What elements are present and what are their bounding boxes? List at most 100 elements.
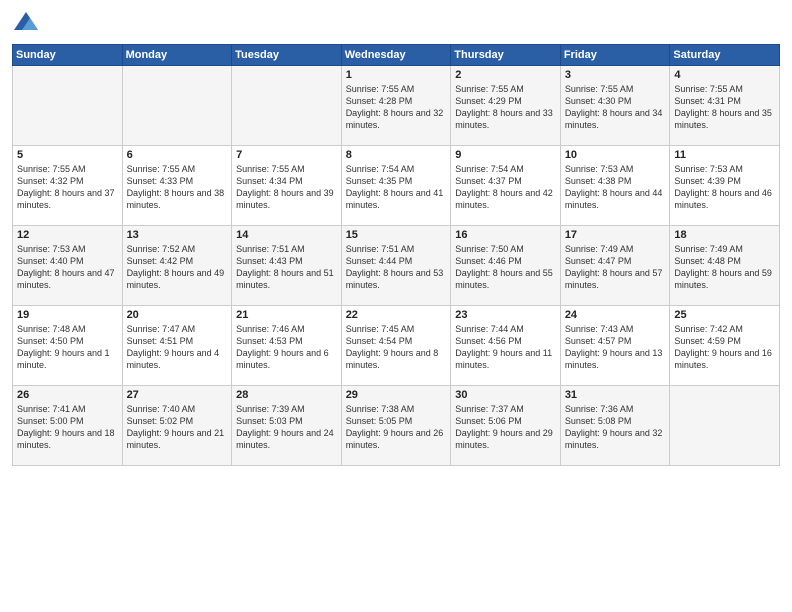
day-info: Sunrise: 7:55 AM Sunset: 4:32 PM Dayligh… (17, 163, 118, 212)
day-header-monday: Monday (122, 45, 232, 66)
calendar-cell: 3 Sunrise: 7:55 AM Sunset: 4:30 PM Daylig… (560, 66, 670, 146)
day-info: Sunrise: 7:42 AM Sunset: 4:59 PM Dayligh… (674, 323, 775, 372)
day-number: 8 (346, 149, 447, 161)
day-info: Sunrise: 7:50 AM Sunset: 4:46 PM Dayligh… (455, 243, 556, 292)
day-number: 15 (346, 229, 447, 241)
calendar-cell: 10Sunrise: 7:53 AM Sunset: 4:38 PM Dayli… (560, 146, 670, 226)
calendar-cell (232, 66, 342, 146)
day-info: Sunrise: 7:37 AM Sunset: 5:06 PM Dayligh… (455, 403, 556, 452)
day-info: Sunrise: 7:39 AM Sunset: 5:03 PM Dayligh… (236, 403, 337, 452)
calendar-cell: 5 Sunrise: 7:55 AM Sunset: 4:32 PM Daylig… (13, 146, 123, 226)
day-number: 13 (127, 229, 228, 241)
day-number: 27 (127, 389, 228, 401)
day-header-saturday: Saturday (670, 45, 780, 66)
calendar-cell: 22 Sunrise: 7:45 AM Sunset: 4:54 PM Dayli… (341, 306, 451, 386)
calendar-cell: 13Sunrise: 7:52 AM Sunset: 4:42 PM Dayli… (122, 226, 232, 306)
day-number: 12 (17, 229, 118, 241)
day-info: Sunrise: 7:48 AM Sunset: 4:50 PM Dayligh… (17, 323, 118, 372)
calendar-cell: 16Sunrise: 7:50 AM Sunset: 4:46 PM Dayli… (451, 226, 561, 306)
day-info: Sunrise: 7:51 AM Sunset: 4:43 PM Dayligh… (236, 243, 337, 292)
calendar-cell: 14 Sunrise: 7:51 AM Sunset: 4:43 PM Dayli… (232, 226, 342, 306)
calendar-cell: 31 Sunrise: 7:36 AM Sunset: 5:08 PM Dayli… (560, 386, 670, 466)
day-number: 6 (127, 149, 228, 161)
calendar-cell: 19 Sunrise: 7:48 AM Sunset: 4:50 PM Dayli… (13, 306, 123, 386)
calendar-cell: 8 Sunrise: 7:54 AM Sunset: 4:35 PM Daylig… (341, 146, 451, 226)
day-number: 29 (346, 389, 447, 401)
day-info: Sunrise: 7:36 AM Sunset: 5:08 PM Dayligh… (565, 403, 666, 452)
day-number: 3 (565, 69, 666, 81)
day-number: 17 (565, 229, 666, 241)
day-number: 14 (236, 229, 337, 241)
day-info: Sunrise: 7:54 AM Sunset: 4:37 PM Dayligh… (455, 163, 556, 212)
day-number: 1 (346, 69, 447, 81)
calendar-cell: 9Sunrise: 7:54 AM Sunset: 4:37 PM Daylig… (451, 146, 561, 226)
day-info: Sunrise: 7:55 AM Sunset: 4:30 PM Dayligh… (565, 83, 666, 132)
day-number: 23 (455, 309, 556, 321)
day-header-thursday: Thursday (451, 45, 561, 66)
day-number: 26 (17, 389, 118, 401)
calendar-cell: 18 Sunrise: 7:49 AM Sunset: 4:48 PM Dayli… (670, 226, 780, 306)
day-number: 7 (236, 149, 337, 161)
calendar-cell: 28Sunrise: 7:39 AM Sunset: 5:03 PM Dayli… (232, 386, 342, 466)
day-info: Sunrise: 7:49 AM Sunset: 4:48 PM Dayligh… (674, 243, 775, 292)
day-info: Sunrise: 7:51 AM Sunset: 4:44 PM Dayligh… (346, 243, 447, 292)
calendar-cell: 20Sunrise: 7:47 AM Sunset: 4:51 PM Dayli… (122, 306, 232, 386)
calendar-week-1: 1 Sunrise: 7:55 AM Sunset: 4:28 PM Daylig… (13, 66, 780, 146)
day-info: Sunrise: 7:38 AM Sunset: 5:05 PM Dayligh… (346, 403, 447, 452)
day-info: Sunrise: 7:55 AM Sunset: 4:31 PM Dayligh… (674, 83, 775, 132)
day-header-wednesday: Wednesday (341, 45, 451, 66)
day-info: Sunrise: 7:53 AM Sunset: 4:38 PM Dayligh… (565, 163, 666, 212)
calendar-cell: 24Sunrise: 7:43 AM Sunset: 4:57 PM Dayli… (560, 306, 670, 386)
day-number: 5 (17, 149, 118, 161)
calendar-cell (670, 386, 780, 466)
day-info: Sunrise: 7:49 AM Sunset: 4:47 PM Dayligh… (565, 243, 666, 292)
day-info: Sunrise: 7:46 AM Sunset: 4:53 PM Dayligh… (236, 323, 337, 372)
calendar-cell: 23 Sunrise: 7:44 AM Sunset: 4:56 PM Dayli… (451, 306, 561, 386)
calendar-week-5: 26 Sunrise: 7:41 AM Sunset: 5:00 PM Dayli… (13, 386, 780, 466)
header-row: SundayMondayTuesdayWednesdayThursdayFrid… (13, 45, 780, 66)
calendar-cell: 6Sunrise: 7:55 AM Sunset: 4:33 PM Daylig… (122, 146, 232, 226)
page: SundayMondayTuesdayWednesdayThursdayFrid… (0, 0, 792, 612)
day-header-sunday: Sunday (13, 45, 123, 66)
day-info: Sunrise: 7:55 AM Sunset: 4:28 PM Dayligh… (346, 83, 447, 132)
calendar-table: SundayMondayTuesdayWednesdayThursdayFrid… (12, 44, 780, 466)
day-number: 22 (346, 309, 447, 321)
calendar-cell (13, 66, 123, 146)
day-info: Sunrise: 7:53 AM Sunset: 4:40 PM Dayligh… (17, 243, 118, 292)
calendar-cell: 12 Sunrise: 7:53 AM Sunset: 4:40 PM Dayli… (13, 226, 123, 306)
calendar-cell: 30 Sunrise: 7:37 AM Sunset: 5:06 PM Dayli… (451, 386, 561, 466)
day-number: 4 (674, 69, 775, 81)
calendar-cell (122, 66, 232, 146)
day-info: Sunrise: 7:45 AM Sunset: 4:54 PM Dayligh… (346, 323, 447, 372)
day-info: Sunrise: 7:40 AM Sunset: 5:02 PM Dayligh… (127, 403, 228, 452)
day-number: 24 (565, 309, 666, 321)
calendar-cell: 4 Sunrise: 7:55 AM Sunset: 4:31 PM Daylig… (670, 66, 780, 146)
day-number: 31 (565, 389, 666, 401)
calendar-cell: 7 Sunrise: 7:55 AM Sunset: 4:34 PM Daylig… (232, 146, 342, 226)
day-number: 11 (674, 149, 775, 161)
day-info: Sunrise: 7:55 AM Sunset: 4:29 PM Dayligh… (455, 83, 556, 132)
calendar-week-2: 5 Sunrise: 7:55 AM Sunset: 4:32 PM Daylig… (13, 146, 780, 226)
day-number: 30 (455, 389, 556, 401)
calendar-cell: 15 Sunrise: 7:51 AM Sunset: 4:44 PM Dayli… (341, 226, 451, 306)
day-number: 18 (674, 229, 775, 241)
calendar-cell: 25Sunrise: 7:42 AM Sunset: 4:59 PM Dayli… (670, 306, 780, 386)
calendar-cell: 27 Sunrise: 7:40 AM Sunset: 5:02 PM Dayli… (122, 386, 232, 466)
day-info: Sunrise: 7:55 AM Sunset: 4:34 PM Dayligh… (236, 163, 337, 212)
logo-icon (12, 10, 40, 38)
calendar-cell: 2 Sunrise: 7:55 AM Sunset: 4:29 PM Daylig… (451, 66, 561, 146)
calendar-cell: 1 Sunrise: 7:55 AM Sunset: 4:28 PM Daylig… (341, 66, 451, 146)
day-header-friday: Friday (560, 45, 670, 66)
calendar-cell: 17 Sunrise: 7:49 AM Sunset: 4:47 PM Dayli… (560, 226, 670, 306)
calendar-cell: 11 Sunrise: 7:53 AM Sunset: 4:39 PM Dayli… (670, 146, 780, 226)
day-info: Sunrise: 7:41 AM Sunset: 5:00 PM Dayligh… (17, 403, 118, 452)
day-info: Sunrise: 7:53 AM Sunset: 4:39 PM Dayligh… (674, 163, 775, 212)
day-number: 19 (17, 309, 118, 321)
logo (12, 10, 44, 38)
day-number: 2 (455, 69, 556, 81)
day-info: Sunrise: 7:54 AM Sunset: 4:35 PM Dayligh… (346, 163, 447, 212)
day-info: Sunrise: 7:47 AM Sunset: 4:51 PM Dayligh… (127, 323, 228, 372)
day-info: Sunrise: 7:44 AM Sunset: 4:56 PM Dayligh… (455, 323, 556, 372)
calendar-week-4: 19 Sunrise: 7:48 AM Sunset: 4:50 PM Dayli… (13, 306, 780, 386)
calendar-cell: 21Sunrise: 7:46 AM Sunset: 4:53 PM Dayli… (232, 306, 342, 386)
